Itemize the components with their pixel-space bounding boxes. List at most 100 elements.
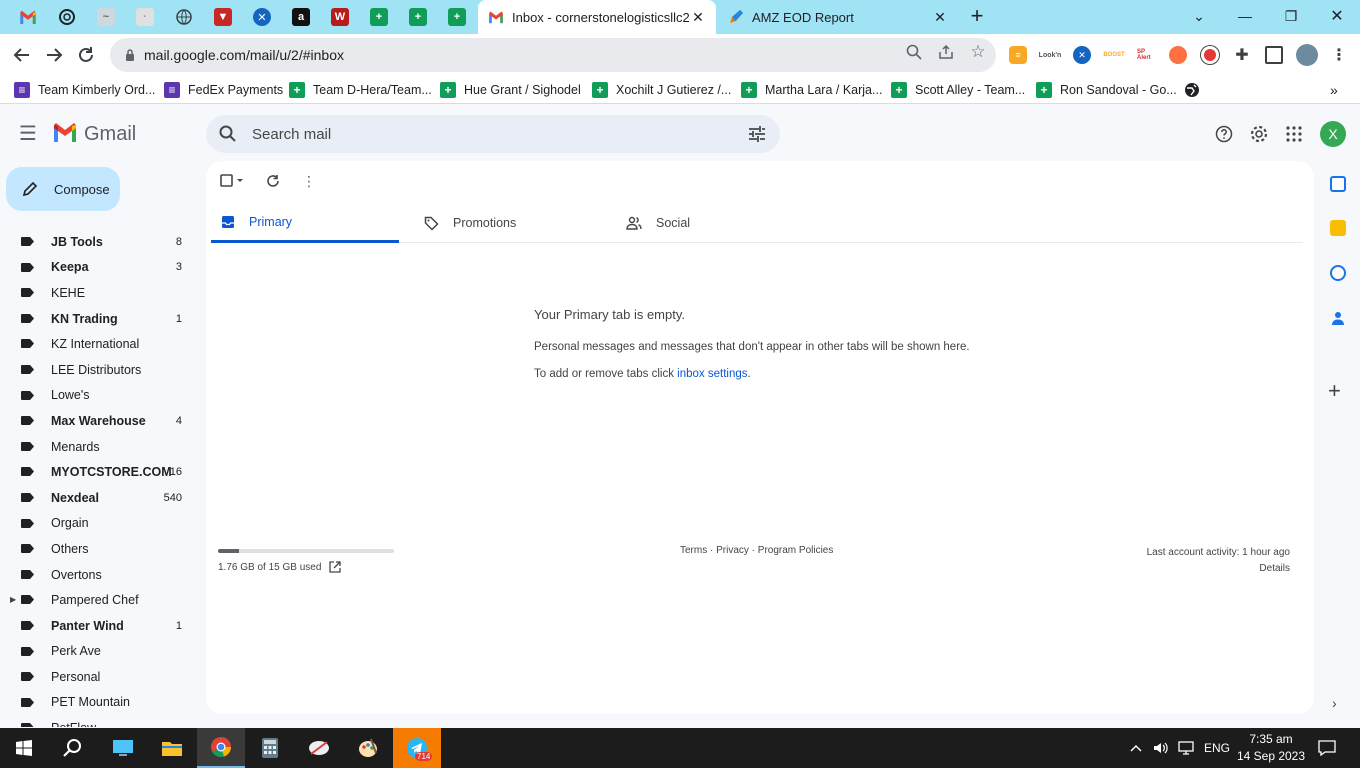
settings-gear-icon[interactable] bbox=[1248, 123, 1270, 145]
label-item[interactable]: PetFlow bbox=[0, 715, 200, 727]
label-item[interactable]: MYOTCSTORE.COM 16 bbox=[0, 459, 200, 485]
external-link-icon[interactable] bbox=[329, 561, 342, 573]
minimize-button[interactable]: — bbox=[1222, 0, 1268, 32]
more-options-icon[interactable]: ⋮ bbox=[302, 171, 316, 191]
label-item[interactable]: ▶ Pampered Chef bbox=[0, 587, 200, 613]
tab-primary[interactable]: Primary bbox=[211, 203, 399, 243]
label-item[interactable]: Orgain bbox=[0, 511, 200, 537]
side-panel-icon[interactable] bbox=[1265, 46, 1283, 64]
close-tab-icon[interactable]: ✕ bbox=[932, 9, 948, 26]
extension-1-icon[interactable]: ≡ bbox=[1009, 46, 1027, 64]
tab-inbox[interactable]: Inbox - cornerstonelogisticsllc2023 ✕ bbox=[478, 0, 716, 34]
share-icon[interactable] bbox=[936, 42, 956, 62]
show-hidden-icons-chevron[interactable] bbox=[1130, 728, 1142, 768]
system-clock[interactable]: 7:35 am 14 Sep 2023 bbox=[1236, 731, 1306, 765]
taskbar-snipping-tool[interactable] bbox=[295, 728, 343, 768]
bookmark-6[interactable]: + Martha Lara / Karja... bbox=[741, 80, 882, 100]
search-mail-bar[interactable] bbox=[206, 115, 780, 153]
bookmarks-overflow-icon[interactable]: » bbox=[1330, 80, 1338, 100]
extension-6-icon[interactable] bbox=[1169, 46, 1187, 64]
account-avatar[interactable]: X bbox=[1320, 121, 1346, 147]
bookmark-8[interactable]: + Ron Sandoval - Go... bbox=[1036, 80, 1177, 100]
main-menu-icon[interactable]: ☰ bbox=[16, 121, 40, 145]
bookmark-1[interactable]: ≡ Team Kimberly Ord... bbox=[14, 80, 155, 100]
expand-panel-chevron-icon[interactable]: › bbox=[1332, 695, 1337, 711]
taskbar-file-explorer[interactable] bbox=[148, 728, 196, 768]
taskbar-telegram[interactable]: 714 bbox=[393, 728, 441, 768]
pinned-tab-sheets-2[interactable]: + bbox=[405, 5, 431, 29]
contacts-icon[interactable] bbox=[1330, 310, 1346, 326]
forward-button[interactable] bbox=[38, 39, 70, 71]
address-bar[interactable]: mail.google.com/mail/u/2/#inbox bbox=[110, 38, 996, 72]
label-item[interactable]: Personal bbox=[0, 664, 200, 690]
activity-details-link[interactable]: Details bbox=[1147, 561, 1290, 577]
bookmark-7[interactable]: + Scott Alley - Team... bbox=[891, 80, 1025, 100]
bookmark-4[interactable]: + Hue Grant / Sighodel bbox=[440, 80, 581, 100]
taskbar-paint[interactable] bbox=[344, 728, 392, 768]
label-item[interactable]: Overtons bbox=[0, 562, 200, 588]
pinned-tab-chatgpt[interactable] bbox=[54, 5, 80, 29]
extension-sp-alert-icon[interactable]: SP Alert bbox=[1137, 46, 1155, 64]
new-tab-button[interactable]: + bbox=[954, 0, 1000, 32]
start-button[interactable] bbox=[0, 728, 48, 768]
select-all-checkbox[interactable] bbox=[220, 171, 246, 191]
label-item[interactable]: Lowe's bbox=[0, 383, 200, 409]
taskbar-calculator[interactable] bbox=[246, 728, 294, 768]
volume-icon[interactable] bbox=[1153, 728, 1169, 768]
pinned-tab-amazon[interactable]: a bbox=[288, 5, 314, 29]
taskbar-chrome[interactable] bbox=[197, 728, 245, 768]
tasks-icon[interactable] bbox=[1330, 265, 1346, 281]
label-item[interactable]: Nexdeal 540 bbox=[0, 485, 200, 511]
pinned-tab-4[interactable]: · bbox=[132, 5, 158, 29]
taskbar-app-desktop[interactable] bbox=[99, 728, 147, 768]
pinned-tab-7[interactable]: ✕ bbox=[249, 5, 275, 29]
browser-menu-icon[interactable]: ⋮ bbox=[1330, 46, 1348, 64]
label-item[interactable]: PET Mountain bbox=[0, 690, 200, 716]
compose-button[interactable]: Compose bbox=[6, 167, 120, 211]
label-item[interactable]: KEHE bbox=[0, 280, 200, 306]
keep-icon[interactable] bbox=[1330, 220, 1346, 236]
label-item[interactable]: Panter Wind 1 bbox=[0, 613, 200, 639]
label-item[interactable]: JB Tools 8 bbox=[0, 229, 200, 255]
pinned-tab-9[interactable]: W bbox=[327, 5, 353, 29]
expand-caret-icon[interactable]: ▶ bbox=[10, 595, 16, 604]
calendar-icon[interactable] bbox=[1330, 176, 1346, 192]
close-tab-icon[interactable]: ✕ bbox=[690, 9, 706, 26]
pinned-tab-5[interactable] bbox=[171, 5, 197, 29]
back-button[interactable] bbox=[6, 39, 38, 71]
label-item[interactable]: Max Warehouse 4 bbox=[0, 408, 200, 434]
extensions-puzzle-icon[interactable]: ✚ bbox=[1233, 46, 1251, 64]
bookmark-2[interactable]: ≡ FedEx Payments bbox=[164, 80, 283, 100]
bookmark-star-icon[interactable]: ☆ bbox=[968, 42, 988, 62]
label-item[interactable]: KZ International bbox=[0, 331, 200, 357]
label-item[interactable]: Others bbox=[0, 536, 200, 562]
pinned-tab-3[interactable]: ~ bbox=[93, 5, 119, 29]
restore-button[interactable]: ❐ bbox=[1268, 0, 1314, 32]
tab-search-chevron-icon[interactable]: ⌄ bbox=[1176, 0, 1222, 32]
notifications-icon[interactable] bbox=[1318, 728, 1336, 768]
search-icon[interactable] bbox=[218, 124, 238, 144]
label-item[interactable]: Keepa 3 bbox=[0, 255, 200, 281]
pinned-tab-sheets-3[interactable]: + bbox=[444, 5, 470, 29]
extension-pokeball-icon[interactable] bbox=[1201, 46, 1219, 64]
refresh-icon[interactable] bbox=[266, 171, 280, 191]
reload-button[interactable] bbox=[70, 39, 102, 71]
extension-lookin-icon[interactable]: Look'n bbox=[1039, 46, 1062, 64]
pinned-tab-gmail[interactable] bbox=[15, 5, 41, 29]
google-apps-icon[interactable] bbox=[1283, 123, 1305, 145]
close-window-button[interactable]: ✕ bbox=[1314, 0, 1360, 32]
inbox-settings-link[interactable]: inbox settings bbox=[677, 368, 747, 380]
label-item[interactable]: Menards bbox=[0, 434, 200, 460]
footer-policy-links[interactable]: Terms · Privacy · Program Policies bbox=[680, 545, 833, 556]
extension-boost-icon[interactable]: BOOST bbox=[1103, 46, 1124, 64]
extension-3-icon[interactable]: ✕ bbox=[1073, 46, 1091, 64]
search-input[interactable] bbox=[252, 125, 732, 143]
network-icon[interactable] bbox=[1178, 728, 1194, 768]
search-taskbar-button[interactable] bbox=[48, 728, 96, 768]
get-addons-plus-icon[interactable]: + bbox=[1328, 378, 1341, 404]
tab-promotions[interactable]: Promotions bbox=[414, 203, 614, 243]
zoom-icon[interactable] bbox=[904, 42, 924, 62]
pinned-tab-6[interactable]: ▼ bbox=[210, 5, 236, 29]
profile-avatar[interactable] bbox=[1296, 44, 1318, 66]
tab-social[interactable]: Social bbox=[616, 203, 816, 243]
